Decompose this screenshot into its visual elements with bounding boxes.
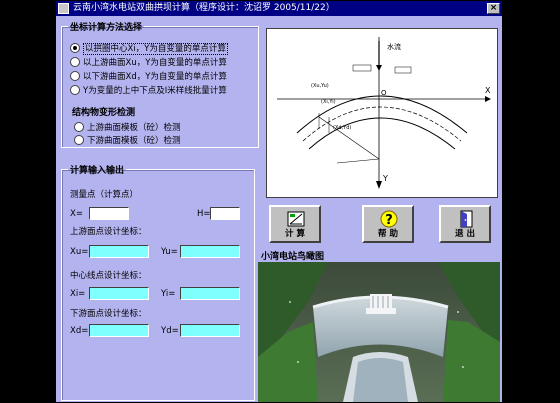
label-box: [394, 66, 412, 74]
radio-icon[interactable]: [74, 121, 84, 132]
close-button[interactable]: ×: [487, 3, 500, 14]
x-axis-label: X: [485, 86, 491, 95]
flow-label: 水流: [387, 42, 401, 51]
calculator-icon: [287, 211, 305, 227]
main-window: 云南小湾水电站双曲拱坝计算（程序设计：沈诏罗 2005/11/22） × 坐标计…: [55, 0, 503, 403]
help-question-icon: ?: [380, 210, 398, 228]
yd-label: Yd=: [161, 326, 179, 336]
tag-downstream: (Xd,Yd): [333, 125, 351, 131]
exit-button[interactable]: 退 出: [439, 205, 491, 243]
yi-label: Yi=: [161, 289, 176, 299]
title-bar: 云南小湾水电站双曲拱坝计算（程序设计：沈诏罗 2005/11/22） ×: [56, 1, 502, 16]
yd-output[interactable]: [180, 324, 240, 337]
measure-point-label: 测量点（计算点）: [70, 190, 139, 200]
yu-output[interactable]: [180, 245, 240, 258]
tag-center: (Xi,Yi): [321, 99, 336, 105]
exit-door-icon: [460, 210, 473, 228]
method-option-downstream[interactable]: 以下游曲面Xd，Y为自变量的单点计算: [70, 70, 227, 83]
app-icon: [58, 3, 69, 14]
dam-photo-image: [258, 262, 500, 402]
y-axis-label: Y: [382, 174, 388, 183]
h-label: H=: [197, 209, 211, 219]
method-option-upstream[interactable]: 以上游曲面Xu，Y为自变量的单点计算: [70, 56, 227, 69]
io-group-legend: 计算输入输出: [70, 166, 125, 176]
flow-arrow-icon: [376, 65, 382, 71]
xd-label: Xd=: [70, 326, 89, 336]
y-axis-arrow-icon: [376, 181, 382, 189]
center-coord-label: 中心线点设计坐标：: [70, 271, 147, 281]
method-group-legend: 坐标计算方法选择: [70, 23, 143, 33]
x-input[interactable]: [89, 207, 129, 220]
radius-line: [336, 158, 380, 164]
xu-label: Xu=: [70, 247, 89, 257]
window-title: 云南小湾水电站双曲拱坝计算（程序设计：沈诏罗 2005/11/22）: [73, 3, 335, 13]
radio-icon[interactable]: [70, 56, 80, 67]
xd-output[interactable]: [89, 324, 149, 337]
radius-line: [318, 116, 380, 160]
svg-text:?: ?: [385, 213, 393, 228]
radio-icon[interactable]: [70, 70, 80, 81]
method-option-batch[interactable]: Y为变量的上中下点及I米样线批量计算: [70, 84, 227, 97]
yu-label: Yu=: [161, 247, 178, 257]
diagram-svg: 水流 X Y O (Xu,Yu) (Xi,Yi) (Xd,Yd): [277, 37, 491, 189]
arch-dam-diagram: 水流 X Y O (Xu,Yu) (Xi,Yi) (Xd,Yd): [266, 28, 498, 198]
downstream-coord-label: 下游面点设计坐标：: [70, 309, 147, 319]
dam-aerial-photo: [258, 262, 500, 402]
xi-output[interactable]: [89, 287, 149, 300]
tag-upstream: (Xu,Yu): [311, 83, 329, 89]
radio-icon[interactable]: [70, 84, 80, 95]
origin-label: O: [381, 89, 387, 97]
downstream-curve: [308, 117, 456, 150]
label-box: [352, 64, 372, 72]
radio-icon[interactable]: [74, 134, 84, 145]
method-option-center[interactable]: 以拱圈中心Xi，Y为自变量的单点计算: [70, 42, 228, 55]
method-group: 坐标计算方法选择 以拱圈中心Xi，Y为自变量的单点计算 以上游曲面Xu，Y为自变…: [61, 20, 259, 148]
deformation-subheading: 结构物变形检测: [72, 108, 136, 118]
h-input[interactable]: [210, 207, 240, 220]
xu-output[interactable]: [89, 245, 149, 258]
exit-button-label: 退 出: [455, 229, 475, 239]
check-option-upstream[interactable]: 上游曲面模板（砼）检测: [74, 121, 181, 134]
calculate-button[interactable]: 计 算: [269, 205, 321, 243]
photo-caption: 小湾电站鸟瞰图: [261, 252, 325, 262]
help-button-label: 帮 助: [378, 229, 398, 239]
calculate-button-label: 计 算: [285, 229, 305, 239]
check-option-downstream[interactable]: 下游曲面模板（砼）检测: [74, 134, 181, 147]
io-group: 计算输入输出 测量点（计算点） X= H= 上游面点设计坐标： Xu= Yu= …: [61, 163, 255, 401]
xi-label: Xi=: [70, 289, 86, 299]
yi-output[interactable]: [180, 287, 240, 300]
radio-icon[interactable]: [70, 42, 80, 53]
x-label: X=: [70, 209, 83, 219]
x-axis-arrow-icon: [485, 96, 491, 102]
upstream-coord-label: 上游面点设计坐标：: [70, 227, 147, 237]
help-button[interactable]: ? 帮 助: [362, 205, 414, 243]
